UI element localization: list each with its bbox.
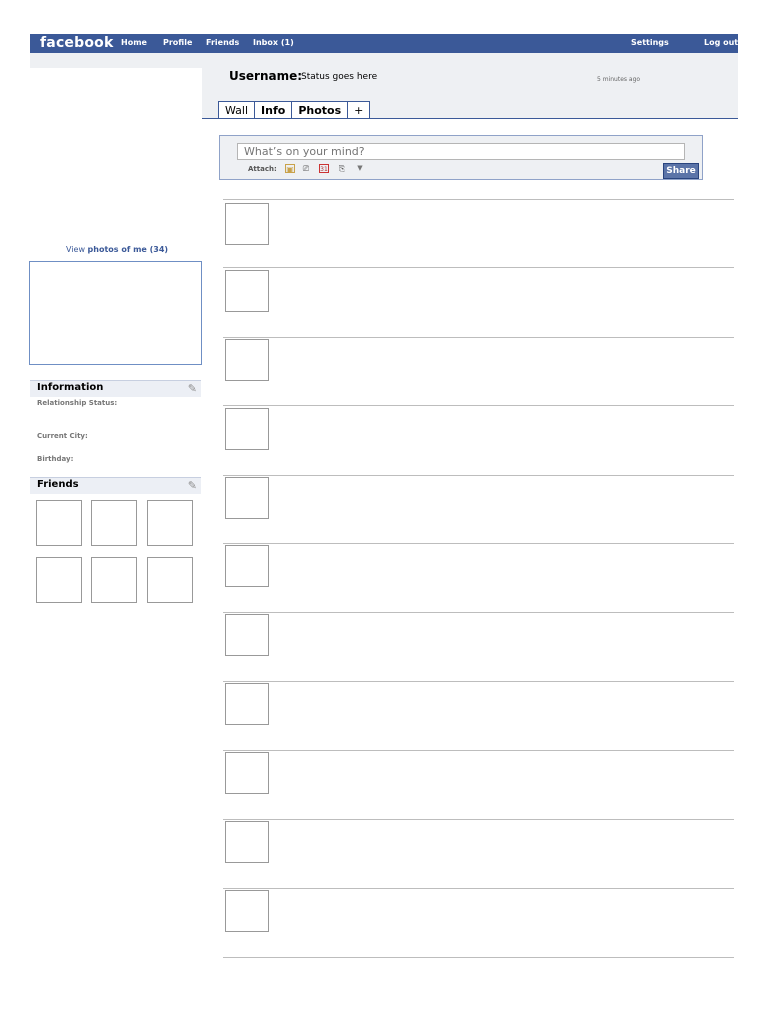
status-input[interactable] [237, 143, 685, 160]
event-icon[interactable]: 31 [319, 164, 329, 173]
share-button[interactable]: Share [663, 163, 699, 179]
nav-friends-link[interactable]: Friends [206, 38, 239, 47]
wall-post-avatar[interactable] [225, 683, 269, 725]
wall-divider [223, 267, 734, 268]
nav-logout-link[interactable]: Log out [704, 38, 738, 47]
wall-post-avatar[interactable] [225, 545, 269, 587]
photo-icon[interactable]: ▣ [285, 164, 295, 174]
friend-thumbnail[interactable] [36, 557, 82, 603]
wall-post-avatar[interactable] [225, 614, 269, 656]
wall-divider [223, 819, 734, 820]
attach-label: Attach: [248, 165, 277, 173]
view-photos-link[interactable]: View photos of me (34) [66, 245, 168, 254]
video-icon[interactable]: ⎚ [301, 164, 311, 173]
pencil-icon[interactable]: ✎ [188, 382, 197, 395]
current-city-label: Current City: [37, 432, 88, 440]
wall-divider [223, 337, 734, 338]
birthday-label: Birthday: [37, 455, 74, 463]
nav-profile-link[interactable]: Profile [163, 38, 192, 47]
status-timestamp: 5 minutes ago [597, 76, 641, 83]
facebook-logo[interactable]: facebook [40, 35, 114, 51]
tab-wall[interactable]: Wall [218, 101, 256, 119]
wall-post-avatar[interactable] [225, 752, 269, 794]
wall-post-avatar[interactable] [225, 270, 269, 312]
friends-header: Friends ✎ [30, 477, 201, 494]
profile-tabs: Wall Info Photos + [218, 101, 371, 119]
tab-photos[interactable]: Photos [291, 101, 349, 119]
wall-divider [223, 612, 734, 613]
wall-post-avatar[interactable] [225, 408, 269, 450]
profile-photo[interactable] [29, 261, 202, 365]
friend-thumbnail[interactable] [147, 500, 193, 546]
status-publisher: Attach: ▣ ⎚ 31 ⎘ ▼ Share [219, 135, 703, 180]
friend-thumbnail[interactable] [91, 500, 137, 546]
tab-underline [202, 118, 738, 119]
wall-divider [223, 681, 734, 682]
left-header-spacer [30, 68, 202, 120]
friend-thumbnail[interactable] [36, 500, 82, 546]
view-photos-count: photos of me (34) [87, 245, 169, 254]
relationship-status-label: Relationship Status: [37, 399, 118, 407]
tab-info[interactable]: Info [254, 101, 293, 119]
wall-post-avatar[interactable] [225, 890, 269, 932]
top-nav-bar: facebook Home Profile Friends Inbox (1) … [30, 34, 738, 53]
friend-thumbnail[interactable] [91, 557, 137, 603]
username-label[interactable]: Username: [229, 69, 302, 83]
nav-settings-link[interactable]: Settings [631, 38, 669, 47]
wall-divider [223, 750, 734, 751]
nav-home-link[interactable]: Home [121, 38, 147, 47]
wall-post-avatar[interactable] [225, 821, 269, 863]
wall-post-avatar[interactable] [225, 477, 269, 519]
wall-divider [223, 957, 734, 958]
information-title: Information [37, 382, 104, 393]
wall-post-avatar[interactable] [225, 203, 269, 245]
wall-divider [223, 405, 734, 406]
friend-thumbnail[interactable] [147, 557, 193, 603]
pencil-icon[interactable]: ✎ [188, 479, 197, 492]
wall-divider [223, 888, 734, 889]
link-icon[interactable]: ⎘ [337, 164, 347, 173]
wall-post-avatar[interactable] [225, 339, 269, 381]
information-header: Information ✎ [30, 380, 201, 397]
wall-divider [223, 199, 734, 200]
wall-divider [223, 475, 734, 476]
nav-inbox-link[interactable]: Inbox (1) [253, 38, 294, 47]
view-photos-prefix: View [66, 245, 85, 254]
friends-title: Friends [37, 479, 79, 490]
wall-divider [223, 543, 734, 544]
more-icon[interactable]: ▼ [355, 164, 365, 173]
status-text: Status goes here [301, 72, 378, 82]
tab-add[interactable]: + [347, 101, 371, 119]
